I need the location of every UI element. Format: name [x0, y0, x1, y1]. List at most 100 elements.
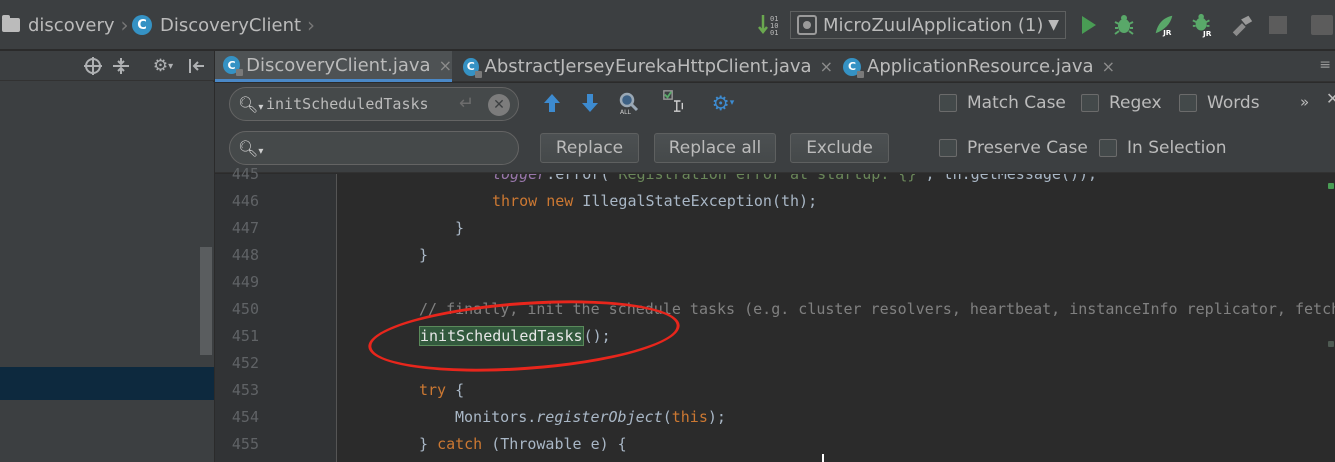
code-line-447: } — [455, 219, 465, 237]
spring-boot-config-icon — [797, 15, 817, 35]
previous-occurrence-icon[interactable] — [540, 91, 564, 115]
code-token: IllegalStateException(th); — [573, 192, 818, 210]
tab-abstract-jersey-eureka-http-client[interactable]: C AbstractJerseyEurekaHttpClient.java × — [455, 51, 833, 82]
regex-checkbox[interactable]: Regex — [1081, 93, 1162, 113]
editor-tab-bar: C DiscoveryClient.java × C AbstractJerse… — [215, 51, 1335, 82]
code-token: (); — [583, 327, 611, 345]
code-token: ); — [707, 408, 726, 426]
breadcrumb-project[interactable]: discovery › — [2, 13, 129, 37]
code-token: (Throwable e) { — [482, 435, 627, 453]
line-number: 454 — [231, 408, 259, 426]
code-token: this — [671, 408, 708, 426]
navigation-bar: discovery › C DiscoveryClient › 01 10 01… — [0, 0, 1335, 50]
find-replace-bar: 🔍︎▾ initScheduledTasks ↵ ✕ 🔍︎▾ ALL ⚙ ▾ Ma… — [215, 83, 1335, 173]
code-token: Monitors. — [455, 408, 537, 426]
exclude-button[interactable]: Exclude — [790, 133, 889, 163]
close-icon[interactable]: × — [439, 56, 452, 75]
code-token: { — [446, 381, 465, 399]
folder-icon — [2, 15, 20, 32]
code-line-450: // finally, init the schedule tasks (e.g… — [419, 300, 1335, 318]
run-configuration-select[interactable]: MicroZuulApplication (1) ▼ — [790, 11, 1066, 39]
checkbox-box[interactable] — [1081, 94, 1099, 112]
clear-search-icon[interactable]: ✕ — [488, 94, 510, 116]
tab-discovery-client[interactable]: C DiscoveryClient.java × — [215, 51, 452, 82]
tab-application-resource[interactable]: C ApplicationResource.java × — [835, 51, 1135, 82]
tab-label: AbstractJerseyEurekaHttpClient.java — [484, 56, 812, 77]
line-number: 447 — [231, 219, 259, 237]
project-tree-selected-row[interactable] — [0, 367, 214, 400]
line-number: 455 — [231, 435, 259, 453]
stop-square — [1269, 16, 1287, 34]
line-number: 451 — [231, 327, 259, 345]
checkbox-box[interactable] — [1099, 139, 1117, 157]
collapse-all-icon[interactable] — [110, 55, 132, 77]
build-icon[interactable] — [1230, 13, 1254, 37]
checkbox-box[interactable] — [939, 139, 957, 157]
gear-icon[interactable]: ⚙ ▾ — [146, 55, 180, 77]
breadcrumb-separator: › — [307, 13, 316, 37]
more-toolbar-square — [1311, 15, 1333, 35]
words-checkbox[interactable]: Words — [1179, 93, 1260, 113]
class-icon: C — [223, 56, 244, 76]
more-toolbar-icon[interactable] — [1310, 13, 1334, 37]
update-project-icon[interactable]: 01 10 01 — [758, 13, 782, 37]
in-selection-checkbox[interactable]: In Selection — [1099, 138, 1227, 158]
checkbox-box[interactable] — [1179, 94, 1197, 112]
close-icon: ✕ — [1326, 89, 1335, 108]
checkbox-box[interactable] — [939, 94, 957, 112]
replace-button[interactable]: Replace — [540, 133, 639, 163]
tab-list-icon[interactable]: ≡ — [1319, 57, 1331, 73]
error-stripe-mark[interactable] — [1328, 183, 1334, 189]
code-token: new — [546, 192, 574, 210]
replace-input[interactable]: 🔍︎▾ — [229, 131, 519, 165]
replace-history-icon[interactable]: 🔍︎▾ — [238, 139, 266, 158]
regex-label: Regex — [1109, 93, 1162, 113]
line-number: 446 — [231, 192, 259, 210]
tab-label: ApplicationResource.java — [867, 56, 1094, 77]
code-line-446: throw new IllegalStateException(th); — [492, 192, 817, 210]
line-number: 450 — [231, 300, 259, 318]
line-number: 449 — [231, 273, 259, 291]
settings-gear-icon[interactable]: ⚙ ▾ — [711, 91, 735, 115]
run-icon[interactable] — [1076, 13, 1100, 37]
replace-all-button[interactable]: Replace all — [654, 133, 776, 163]
search-input[interactable]: 🔍︎▾ initScheduledTasks ↵ ✕ — [229, 87, 519, 121]
breadcrumb-class-label: DiscoveryClient — [160, 14, 302, 36]
locate-icon[interactable] — [82, 55, 104, 77]
breadcrumb-class[interactable]: C DiscoveryClient › — [132, 13, 315, 37]
code-token: registerObject — [536, 408, 663, 426]
line-number: 448 — [231, 246, 259, 264]
in-selection-label: In Selection — [1127, 138, 1227, 158]
search-history-icon[interactable]: 🔍︎▾ — [238, 95, 266, 114]
error-stripe-mark[interactable] — [1328, 341, 1334, 347]
code-line-451: initScheduledTasks(); — [419, 326, 611, 346]
chevron-down-icon: ▼ — [1048, 17, 1059, 33]
text-caret — [822, 454, 824, 462]
line-number: 453 — [231, 381, 259, 399]
close-icon[interactable]: × — [820, 57, 833, 76]
line-number: 452 — [231, 354, 259, 372]
stop-icon[interactable] — [1266, 13, 1290, 37]
preserve-case-checkbox[interactable]: Preserve Case — [939, 138, 1088, 158]
close-find-bar-button[interactable]: ✕ — [1326, 89, 1335, 108]
svg-text:ALL: ALL — [620, 109, 631, 115]
select-all-occurrences-icon[interactable] — [662, 89, 686, 113]
code-token: try — [419, 381, 447, 399]
line-number: 445 — [231, 165, 259, 183]
project-tree[interactable] — [0, 82, 214, 462]
project-panel-toolbar: ⚙ ▾ — [0, 51, 214, 81]
next-occurrence-icon[interactable] — [578, 91, 602, 115]
jrebel-run-icon[interactable]: JR — [1152, 13, 1176, 37]
breadcrumb-project-label: discovery — [28, 14, 115, 36]
preserve-case-label: Preserve Case — [967, 138, 1088, 158]
project-panel: ⚙ ▾ — [0, 51, 214, 462]
debug-icon[interactable] — [1112, 13, 1136, 37]
project-tree-scrollbar[interactable] — [200, 247, 212, 355]
more-options-button[interactable]: » — [1300, 93, 1309, 111]
code-token: catch — [437, 435, 483, 453]
jrebel-debug-icon[interactable]: JR — [1191, 13, 1215, 38]
close-icon[interactable]: × — [1102, 57, 1115, 76]
find-all-icon[interactable]: ALL — [617, 91, 641, 115]
hide-panel-icon[interactable] — [186, 55, 208, 77]
match-case-checkbox[interactable]: Match Case — [939, 93, 1066, 113]
